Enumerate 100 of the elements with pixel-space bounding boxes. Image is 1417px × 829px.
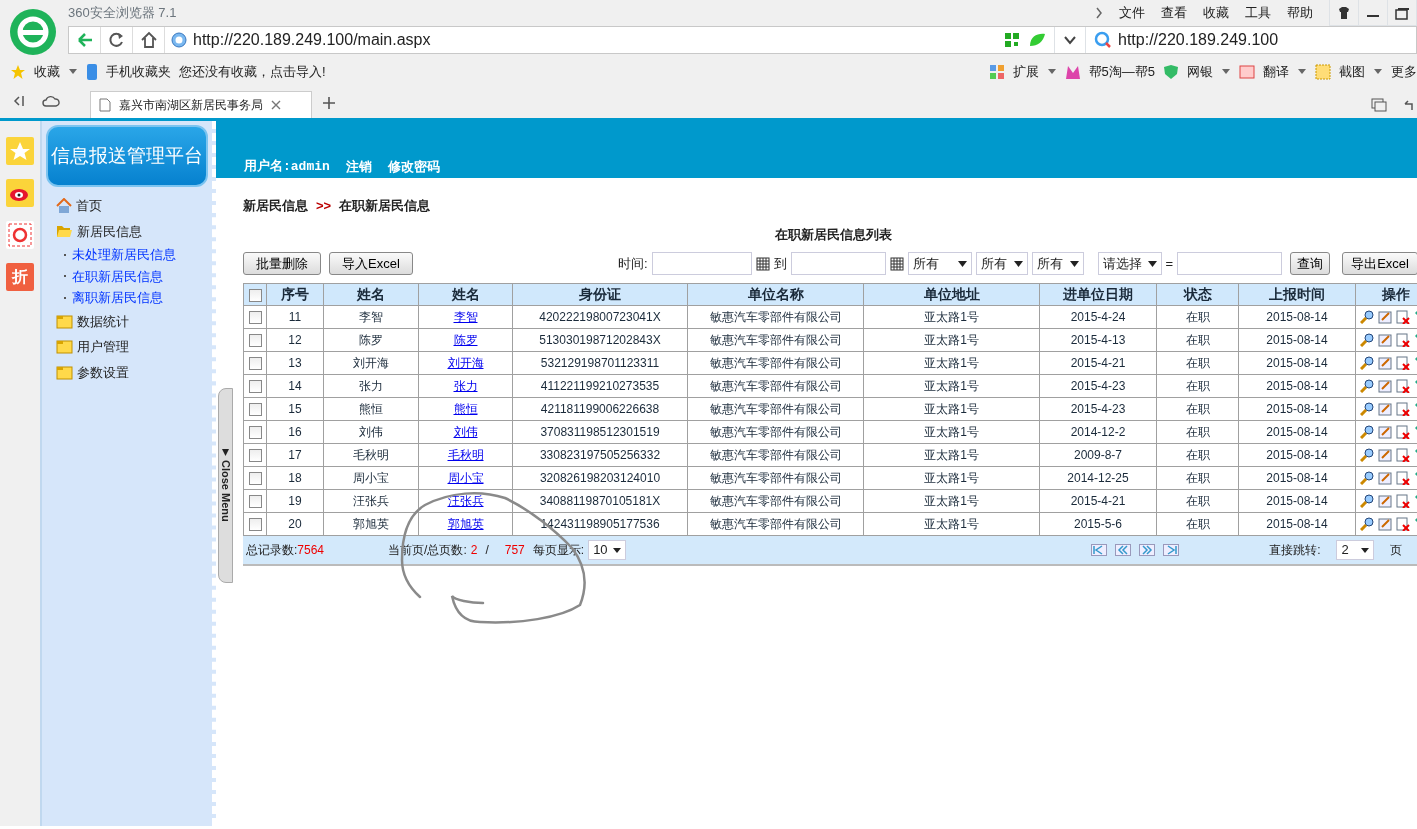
chevron-icon[interactable] [1095, 7, 1103, 19]
delete-icon[interactable] [1396, 471, 1410, 485]
edit-icon[interactable] [1378, 425, 1392, 439]
query-button[interactable]: 查询 [1290, 252, 1331, 275]
grid-icon[interactable] [988, 64, 1005, 80]
export-button[interactable]: 导出Excel [1342, 252, 1417, 275]
delete-icon[interactable] [1396, 333, 1410, 347]
edit-icon[interactable] [1378, 517, 1392, 531]
checkbox[interactable] [248, 403, 262, 417]
magnifier-icon[interactable] [1360, 471, 1374, 485]
name-link[interactable]: 熊恒 [453, 402, 478, 416]
close-icon[interactable] [271, 100, 281, 110]
checkbox[interactable] [248, 288, 262, 302]
caret-icon[interactable] [1297, 68, 1307, 76]
menu-item[interactable]: 工具 [1245, 3, 1271, 23]
name-link[interactable]: 李智 [453, 310, 478, 324]
edit-icon[interactable] [1378, 402, 1392, 416]
previous-page-icon[interactable] [1115, 544, 1132, 556]
magnifier-icon[interactable] [1360, 448, 1374, 462]
page-select[interactable]: 2 [1336, 540, 1375, 560]
delete-icon[interactable] [1396, 448, 1410, 462]
checkbox[interactable] [248, 311, 262, 325]
new-tab-icon[interactable] [322, 96, 336, 110]
edit-icon[interactable] [1378, 310, 1392, 324]
menu-item[interactable]: 文件 [1119, 3, 1145, 23]
sidebar-link[interactable]: 在职新居民信息 [42, 265, 212, 287]
menu-item[interactable]: 帮助 [1287, 3, 1313, 23]
calendar-icon[interactable] [755, 256, 770, 271]
magnifier-icon[interactable] [1360, 356, 1374, 370]
name-link[interactable]: 陈罗 [453, 333, 478, 347]
translate-icon[interactable] [1239, 64, 1255, 80]
browser-tab[interactable]: 嘉兴市南湖区新居民事务局 [90, 91, 312, 118]
toolbar-item[interactable]: 扩展 [1012, 62, 1039, 82]
caret-icon[interactable] [68, 68, 78, 76]
calendar-icon[interactable] [889, 256, 904, 271]
sidebar-item[interactable]: 参数设置 [42, 359, 212, 385]
restore-icon[interactable] [1393, 5, 1411, 20]
undo-icon[interactable] [1403, 98, 1413, 112]
delete-icon[interactable] [1396, 379, 1410, 393]
delete-icon[interactable] [1396, 402, 1410, 416]
close-menu-tab[interactable]: Close Menu [218, 388, 233, 583]
magnifier-icon[interactable] [1360, 333, 1374, 347]
caret-icon[interactable] [1373, 68, 1383, 76]
checkbox[interactable] [248, 380, 262, 394]
sidebar-item[interactable]: 首页 [42, 193, 212, 219]
toolbar-item[interactable]: 网银 [1187, 62, 1213, 82]
edit-icon[interactable] [1378, 379, 1392, 393]
text-field[interactable] [1177, 252, 1283, 275]
bookmark-link[interactable]: 手机收藏夹 [106, 62, 171, 82]
menu-item[interactable]: 收藏 [1203, 3, 1229, 23]
cloud-icon[interactable] [42, 94, 60, 108]
name-link[interactable]: 张力 [453, 379, 478, 393]
checkbox[interactable] [248, 449, 262, 463]
magnifier-icon[interactable] [1360, 402, 1374, 416]
date-field[interactable] [790, 252, 886, 275]
select-field[interactable]: 请选择 [1097, 252, 1162, 275]
select-field[interactable]: 所有 [907, 252, 972, 275]
magnifier-icon[interactable] [1360, 379, 1374, 393]
sidebar-item[interactable]: 数据统计 [42, 308, 212, 334]
name-link[interactable]: 刘伟 [453, 425, 478, 439]
sidebar-toggle-icon[interactable] [12, 94, 26, 108]
toolbar-button[interactable]: 导入Excel [329, 252, 413, 275]
checkbox[interactable] [248, 495, 262, 509]
sidebar-link[interactable]: 离职新居民信息 [42, 287, 212, 309]
magnifier-icon[interactable] [1360, 310, 1374, 324]
shield-icon[interactable] [1163, 64, 1179, 80]
checkbox[interactable] [248, 334, 262, 348]
toolbar-item[interactable]: 翻译 [1263, 62, 1289, 82]
delete-icon[interactable] [1396, 356, 1410, 370]
caret-icon[interactable] [1046, 68, 1057, 76]
select-field[interactable]: 所有 [975, 252, 1028, 275]
toolbar-item[interactable]: 截图 [1339, 62, 1365, 82]
select-field[interactable]: 所有 [1031, 252, 1084, 275]
checkbox[interactable] [248, 472, 262, 486]
delete-icon[interactable] [1396, 310, 1410, 324]
date-field[interactable] [651, 252, 752, 275]
edit-icon[interactable] [1378, 333, 1392, 347]
sidebar-link[interactable]: 未处理新居民信息 [42, 244, 212, 266]
edit-icon[interactable] [1378, 494, 1392, 508]
edit-icon[interactable] [1378, 448, 1392, 462]
delete-icon[interactable] [1396, 425, 1410, 439]
magnifier-icon[interactable] [1360, 517, 1374, 531]
checkbox[interactable] [248, 426, 262, 440]
sidebar-item[interactable]: 用户管理 [42, 334, 212, 360]
checkbox[interactable] [248, 357, 262, 371]
window-list-icon[interactable] [1371, 98, 1387, 112]
per-page-select[interactable]: 10 [588, 540, 627, 560]
bookmark-menu[interactable]: 收藏 [34, 62, 60, 82]
delete-icon[interactable] [1396, 494, 1410, 508]
first-page-icon[interactable] [1091, 544, 1108, 556]
caret-icon[interactable] [1221, 68, 1231, 76]
toolbar-item[interactable]: 更多 [1391, 62, 1417, 82]
menu-item[interactable]: 查看 [1161, 3, 1187, 23]
magnifier-icon[interactable] [1360, 425, 1374, 439]
toolbar-item[interactable]: 帮5淘—帮5 [1088, 62, 1155, 82]
checkbox[interactable] [248, 518, 262, 532]
delete-icon[interactable] [1396, 517, 1410, 531]
magnifier-icon[interactable] [1360, 494, 1374, 508]
next-page-icon[interactable] [1139, 544, 1156, 556]
edit-icon[interactable] [1378, 356, 1392, 370]
